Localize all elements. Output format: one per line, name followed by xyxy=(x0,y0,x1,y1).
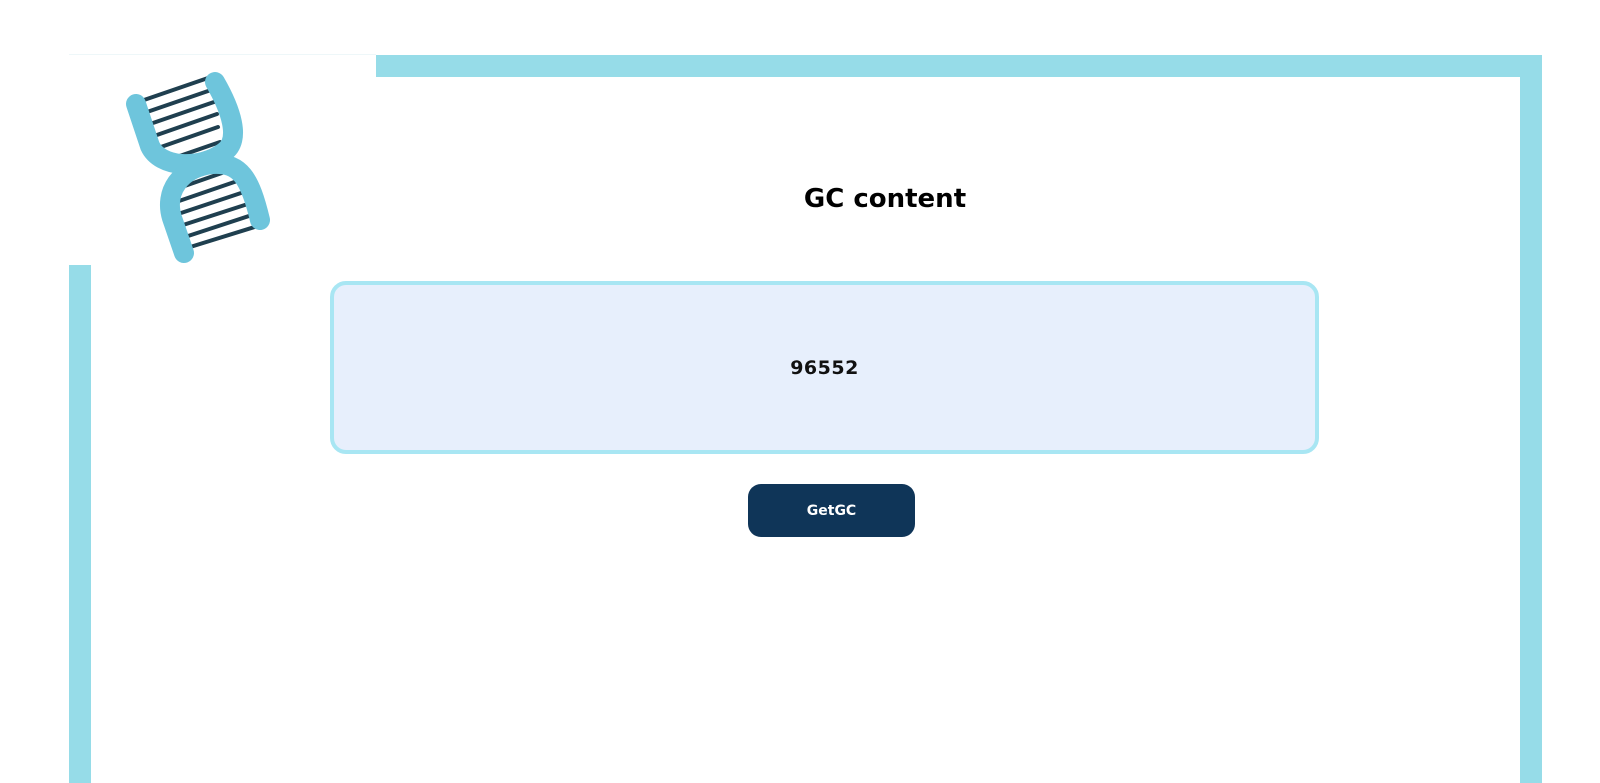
dna-icon xyxy=(120,68,280,268)
page-title: GC content xyxy=(803,184,967,214)
page: GC content 96552 GetGC xyxy=(0,0,1600,783)
frame-right-border xyxy=(1520,55,1542,783)
gc-result-display: 96552 xyxy=(330,281,1319,454)
gc-result-value: 96552 xyxy=(790,356,859,379)
get-gc-button[interactable]: GetGC xyxy=(748,484,915,537)
frame-top-border xyxy=(376,55,1542,77)
frame-left-border xyxy=(69,265,91,783)
top-divider xyxy=(69,54,376,55)
